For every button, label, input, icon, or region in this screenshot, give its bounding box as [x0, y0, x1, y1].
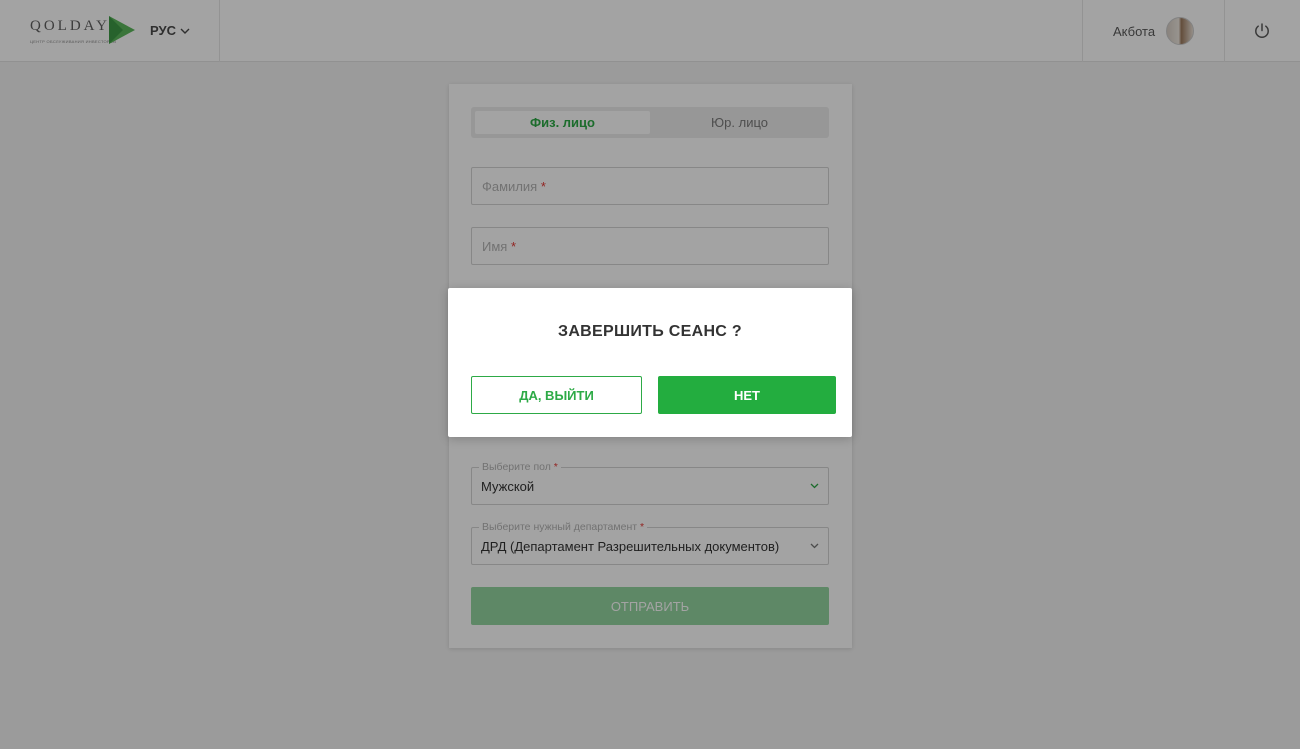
logout-confirm-dialog: ЗАВЕРШИТЬ СЕАНС ? ДА, ВЫЙТИ НЕТ: [448, 288, 852, 437]
confirm-logout-button[interactable]: ДА, ВЫЙТИ: [471, 376, 642, 414]
dialog-title: ЗАВЕРШИТЬ СЕАНС ?: [558, 323, 742, 340]
cancel-logout-button[interactable]: НЕТ: [658, 376, 836, 414]
